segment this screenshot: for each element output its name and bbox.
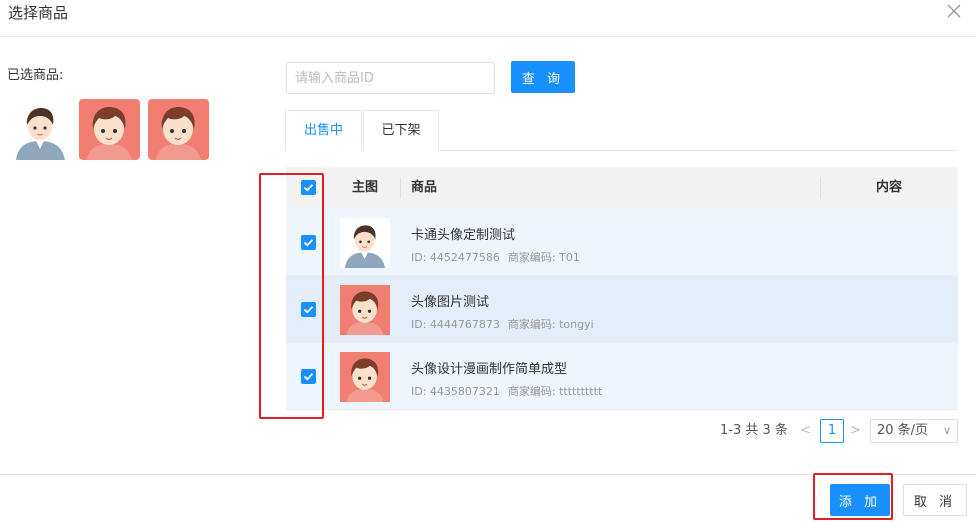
product-meta: ID: 4452477586 商家编码: T01: [411, 249, 588, 265]
selected-products-list: [10, 99, 209, 160]
header-content: 内容: [876, 180, 903, 195]
product-name: 头像设计漫画制作简单成型: [411, 362, 568, 377]
check-icon: [303, 184, 314, 192]
selected-thumb-girl-1[interactable]: [79, 99, 140, 160]
product-table: 主图 商品 内容 卡通头像定制测试 ID: 4452477586 商家编码: T…: [286, 167, 958, 410]
boy-avatar-icon: [10, 99, 71, 160]
add-button[interactable]: 添 加: [830, 484, 890, 516]
header-image: 主图: [352, 180, 379, 195]
tab-on-sale[interactable]: 出售中: [285, 110, 362, 151]
product-id: ID: 4444767873: [411, 318, 500, 331]
row-checkbox[interactable]: [301, 235, 316, 250]
search-button[interactable]: 查 询: [511, 61, 575, 93]
product-image: [340, 218, 390, 268]
merchant-code: 商家编码: tongyi: [507, 318, 594, 331]
product-name: 头像图片测试: [411, 295, 490, 310]
check-icon: [303, 306, 314, 314]
table-row[interactable]: 头像图片测试 ID: 4444767873 商家编码: tongyi: [286, 276, 958, 343]
search-input[interactable]: [286, 62, 495, 94]
table-header: 主图 商品 内容: [286, 167, 958, 209]
pagination-total: 1-3 共 3 条: [720, 423, 788, 438]
product-name: 卡通头像定制测试: [411, 228, 516, 243]
girl-avatar-icon: [148, 99, 209, 160]
header-divider: [820, 177, 821, 199]
table-row[interactable]: 头像设计漫画制作简单成型 ID: 4435807321 商家编码: ttttttt…: [286, 343, 958, 410]
product-meta: ID: 4435807321 商家编码: tttttttttt: [411, 383, 610, 399]
pagination-page-1[interactable]: 1: [820, 419, 844, 443]
merchant-code: 商家编码: T01: [507, 251, 580, 264]
row-checkbox[interactable]: [301, 369, 316, 384]
dialog-header: 选择商品: [0, 0, 976, 37]
check-icon: [303, 373, 314, 381]
page-size-value: 20 条/页: [877, 423, 929, 438]
close-icon: [947, 4, 961, 18]
pagination-prev-button[interactable]: <: [800, 419, 811, 443]
selected-products-label: 已选商品:: [7, 68, 64, 83]
product-meta: ID: 4444767873 商家编码: tongyi: [411, 316, 602, 332]
product-image: [340, 285, 390, 335]
status-tabs: 出售中 已下架: [285, 110, 958, 151]
table-body: 卡通头像定制测试 ID: 4452477586 商家编码: T01 头像图片测试: [286, 209, 958, 410]
header-divider: [400, 177, 401, 199]
table-row[interactable]: 卡通头像定制测试 ID: 4452477586 商家编码: T01: [286, 209, 958, 276]
row-checkbox[interactable]: [301, 302, 316, 317]
check-icon: [303, 239, 314, 247]
product-image: [340, 352, 390, 402]
chevron-down-icon: ∨: [942, 424, 951, 437]
selected-thumb-girl-2[interactable]: [148, 99, 209, 160]
select-all-checkbox[interactable]: [301, 180, 316, 195]
tab-off-shelf[interactable]: 已下架: [363, 110, 439, 151]
boy-avatar-icon: [340, 218, 390, 268]
pagination-next-button[interactable]: >: [850, 419, 861, 443]
dialog-title: 选择商品: [8, 4, 69, 22]
header-product: 商品: [411, 180, 438, 195]
close-button[interactable]: [946, 3, 962, 19]
product-id: ID: 4435807321: [411, 385, 500, 398]
footer-divider: [0, 474, 976, 475]
merchant-code: 商家编码: tttttttttt: [507, 385, 603, 398]
cancel-button[interactable]: 取 消: [903, 484, 967, 516]
page-size-select[interactable]: 20 条/页 ∨: [870, 419, 958, 443]
girl-avatar-icon: [340, 352, 390, 402]
girl-avatar-icon: [79, 99, 140, 160]
product-id: ID: 4452477586: [411, 251, 500, 264]
selected-thumb-boy[interactable]: [10, 99, 71, 160]
girl-avatar-icon: [340, 285, 390, 335]
